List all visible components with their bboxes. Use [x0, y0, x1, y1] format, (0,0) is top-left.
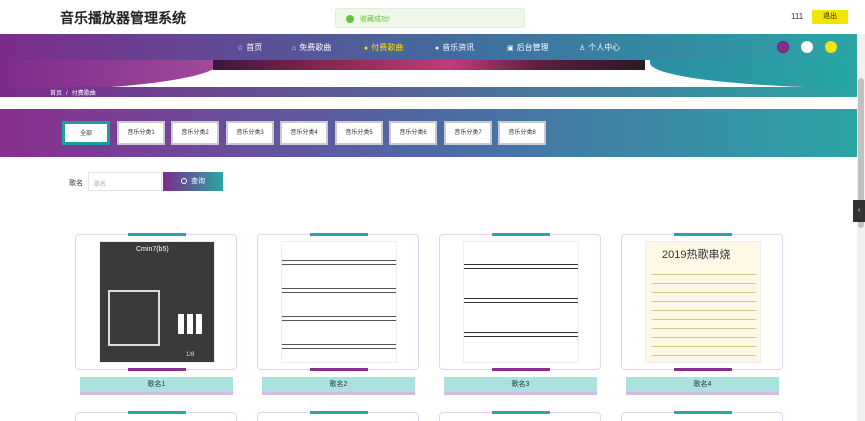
category-button[interactable]: 音乐分类2	[171, 121, 219, 145]
theme-white-button[interactable]	[801, 41, 813, 53]
nav-item-label: 个人中心	[588, 43, 621, 52]
banner-wave-right	[650, 60, 865, 88]
nav-item-profile[interactable]: ♙ 个人中心	[579, 42, 620, 53]
card-bottom-accent	[128, 368, 186, 371]
card-top-accent	[310, 411, 368, 414]
nav-item-label: 付费歌曲	[371, 43, 404, 52]
song-card[interactable]	[257, 233, 419, 371]
category-button[interactable]: 音乐分类6	[389, 121, 437, 145]
success-toast: 收藏成功!	[335, 8, 525, 28]
breadcrumb-home[interactable]: 首页	[50, 91, 62, 97]
nav-item-label: 首页	[246, 43, 263, 52]
category-all-button[interactable]: 全部	[62, 121, 110, 145]
card-bottom-accent	[310, 368, 368, 371]
category-button[interactable]: 音乐分类7	[444, 121, 492, 145]
song-cover-image: 2019热歌串烧	[645, 241, 761, 363]
card-top-accent	[674, 411, 732, 414]
logout-button[interactable]: 退出	[812, 10, 848, 24]
nav-item-label: 音乐资讯	[442, 43, 475, 52]
card-top-accent	[128, 233, 186, 236]
breadcrumb: 首页 / 付费歌曲	[50, 88, 96, 97]
category-filter-bar: 全部 音乐分类1 音乐分类2 音乐分类3 音乐分类4 音乐分类5 音乐分类6 音…	[0, 109, 865, 157]
search-button[interactable]: 查询	[163, 172, 223, 191]
nav-item-admin[interactable]: ▣ 后台管理	[507, 42, 549, 53]
nav-item-home[interactable]: ☆ 首页	[237, 42, 262, 53]
breadcrumb-current: 付费歌曲	[71, 91, 96, 97]
app-title: 音乐播放器管理系统	[60, 10, 186, 26]
category-button[interactable]: 音乐分类8	[498, 121, 546, 145]
banner-wave-left	[0, 60, 220, 88]
nav-item-free-songs[interactable]: ⌂ 免费歌曲	[292, 42, 331, 53]
nav-item-music-news[interactable]: ● 音乐资讯	[435, 42, 474, 53]
song-card[interactable]	[439, 233, 601, 371]
song-name-button[interactable]: 歌名1	[80, 377, 233, 395]
success-icon	[346, 15, 354, 24]
user-icon: ♙	[579, 45, 586, 52]
song-card[interactable]: 2019热歌串烧	[621, 233, 783, 371]
dot-icon: ●	[364, 45, 369, 52]
card-bottom-accent	[492, 368, 550, 371]
song-name-button[interactable]: 歌名3	[444, 377, 597, 395]
search-button-label: 查询	[191, 178, 205, 185]
search-label: 歌名	[69, 180, 83, 187]
sheet-staff	[652, 266, 756, 358]
header: 音乐播放器管理系统 收藏成功! 111 退出	[0, 0, 865, 34]
card-top-accent	[128, 411, 186, 414]
song-cover-image	[463, 241, 579, 363]
gift-icon: ▣	[507, 45, 514, 52]
chord-bar	[187, 314, 193, 334]
song-card[interactable]	[621, 411, 783, 421]
category-button[interactable]: 音乐分类4	[280, 121, 328, 145]
star-icon: ☆	[237, 45, 244, 52]
breadcrumb-separator: /	[66, 91, 68, 97]
toast-message: 收藏成功!	[360, 16, 390, 23]
page-indicator: 1/8	[186, 352, 195, 358]
theme-yellow-button[interactable]	[825, 41, 837, 53]
banner-image	[213, 60, 645, 70]
song-card[interactable]: Cmin7(b5) 1/8	[75, 233, 237, 371]
card-bottom-accent	[674, 368, 732, 371]
song-name-button[interactable]: 歌名2	[262, 377, 415, 395]
page-scrollbar[interactable]	[857, 34, 865, 421]
song-cover-image: Cmin7(b5) 1/8	[99, 241, 215, 363]
chord-bar	[196, 314, 202, 334]
card-top-accent	[310, 233, 368, 236]
user-name: 111	[791, 12, 804, 21]
theme-purple-button[interactable]	[777, 41, 789, 53]
breadcrumb-bar: 首页 / 付费歌曲	[0, 87, 865, 97]
card-top-accent	[492, 411, 550, 414]
nav-item-paid-songs[interactable]: ● 付费歌曲	[364, 42, 403, 53]
search-input[interactable]: 歌名	[88, 172, 162, 191]
category-button[interactable]: 音乐分类5	[335, 121, 383, 145]
song-card[interactable]	[75, 411, 237, 421]
song-card[interactable]	[439, 411, 601, 421]
song-card[interactable]	[257, 411, 419, 421]
song-name-button[interactable]: 歌名4	[626, 377, 779, 395]
nav-item-label: 后台管理	[516, 43, 549, 52]
main-nav: ☆ 首页 ⌂ 免费歌曲 ● 付费歌曲 ● 音乐资讯 ▣ 后台管理 ♙ 个人中心	[0, 34, 865, 60]
search-icon	[181, 178, 187, 185]
nav-item-label: 免费歌曲	[299, 43, 332, 52]
chord-diagram	[108, 290, 160, 346]
song-cover-image	[281, 241, 397, 363]
chord-name: Cmin7(b5)	[136, 246, 169, 253]
card-top-accent	[492, 233, 550, 236]
category-button[interactable]: 音乐分类3	[226, 121, 274, 145]
card-top-accent	[674, 233, 732, 236]
side-collapse-tab[interactable]: ‹	[853, 200, 865, 222]
sheet-title: 2019热歌串烧	[662, 249, 731, 261]
chord-bar	[178, 314, 184, 334]
banner	[0, 60, 865, 88]
category-button[interactable]: 音乐分类1	[117, 121, 165, 145]
dot-icon: ●	[435, 45, 440, 52]
lock-icon: ⌂	[292, 45, 297, 52]
